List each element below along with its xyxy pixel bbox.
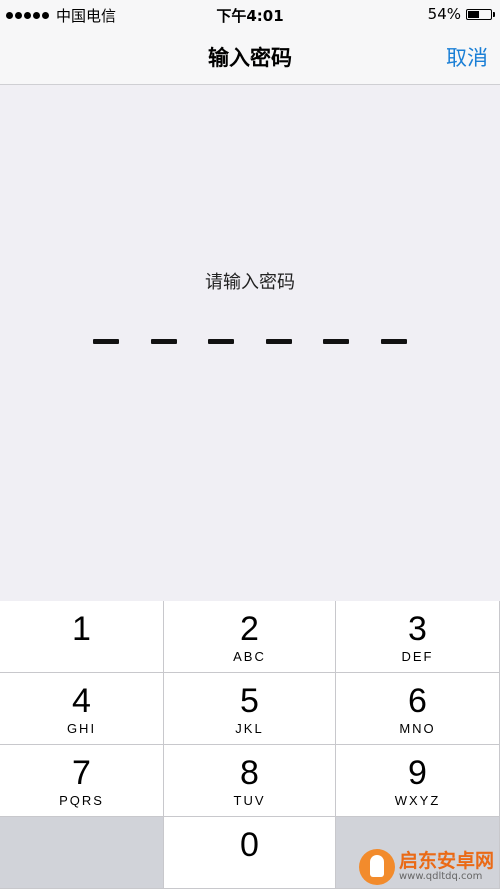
key-digit: 7 [72,754,91,792]
page-title: 输入密码 [208,46,292,70]
battery-percent: 54% [427,5,461,23]
key-4[interactable]: 4 GHI [0,673,164,745]
passcode-prompt: 请输入密码 [205,272,295,293]
passcode-digit-slot [208,339,234,344]
key-letters: TUV [233,793,266,808]
keypad-empty-left [0,817,164,889]
status-right: 54% [427,5,495,23]
key-letters: PQRS [59,793,104,808]
key-8[interactable]: 8 TUV [164,745,336,817]
battery-icon [466,8,495,20]
key-letters: WXYZ [394,793,441,808]
status-time: 下午4:01 [216,7,284,25]
key-digit: 8 [240,754,259,792]
key-digit: 4 [72,682,91,720]
key-letters: MNO [399,721,436,736]
key-digit: 5 [240,682,259,720]
key-9[interactable]: 9 WXYZ [336,745,500,817]
key-digit: 3 [408,610,427,648]
passcode-digit-slot [151,339,177,344]
key-1[interactable]: 1 [0,601,164,673]
passcode-digit-slot [93,339,119,344]
watermark-title: 启东安卓网 [398,850,494,872]
watermark: 启东安卓网 www.qdltdq.com [358,849,494,885]
watermark-url: www.qdltdq.com [398,871,483,882]
key-letters: DEF [401,649,434,664]
key-digit: 0 [240,826,259,864]
key-digit: 9 [408,754,427,792]
passcode-field [93,339,407,345]
passcode-digit-slot [266,339,292,344]
passcode-digit-slot [381,339,407,344]
key-3[interactable]: 3 DEF [336,601,500,673]
watermark-logo-icon [358,849,395,885]
passcode-digit-slot [323,339,349,344]
key-7[interactable]: 7 PQRS [0,745,164,817]
navigation-bar: 输入密码 取消 [0,28,500,85]
key-0[interactable]: 0 [164,817,336,889]
numeric-keypad: 1 2 ABC 3 DEF 4 GHI 5 JKL 6 MNO 7 PQRS 8 TUV 9 WXYZ 0 [0,601,500,889]
key-5[interactable]: 5 JKL [164,673,336,745]
key-letters: GHI [66,721,97,736]
key-letters: JKL [235,721,264,736]
key-digit: 6 [408,682,427,720]
status-bar: 中国电信 下午4:01 54% [0,0,500,28]
key-digit: 1 [72,610,91,648]
key-6[interactable]: 6 MNO [336,673,500,745]
key-letters: ABC [233,649,266,664]
cancel-button[interactable]: 取消 [446,42,488,72]
key-digit: 2 [240,610,259,648]
key-2[interactable]: 2 ABC [164,601,336,673]
